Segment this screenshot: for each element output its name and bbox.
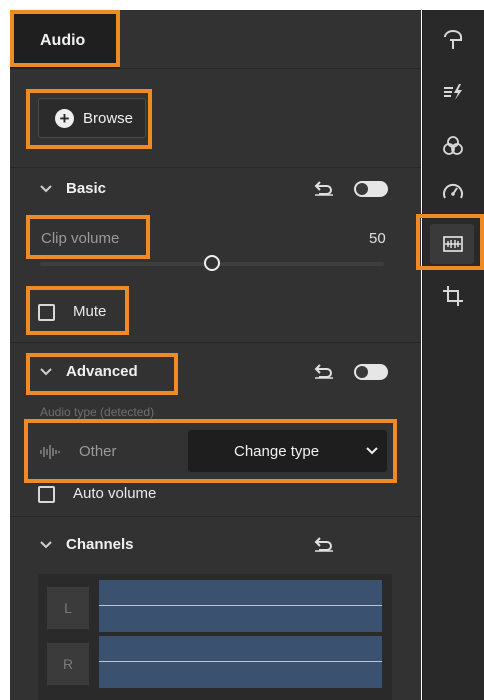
- mute-label[interactable]: Mute: [73, 303, 106, 320]
- channel-label-left: L: [47, 587, 89, 629]
- clip-volume-label: Clip volume: [41, 230, 120, 247]
- clip-volume-value[interactable]: 50: [369, 230, 386, 247]
- mute-checkbox[interactable]: [38, 304, 55, 321]
- browse-label: Browse: [83, 110, 134, 127]
- divider: [10, 68, 421, 69]
- chevron-down-icon[interactable]: [40, 541, 52, 549]
- reset-icon[interactable]: [314, 180, 334, 196]
- chevron-down-icon[interactable]: [40, 185, 52, 193]
- toggle-knob: [356, 366, 368, 378]
- channel-waveforms: L R: [38, 574, 392, 700]
- section-title-advanced[interactable]: Advanced: [66, 363, 138, 380]
- advanced-enable-toggle[interactable]: [354, 364, 388, 380]
- divider: [10, 167, 421, 168]
- chevron-down-icon: [366, 447, 378, 455]
- waveform-icon: [40, 445, 60, 459]
- audio-type-label: Audio type (detected): [40, 405, 155, 419]
- crop-icon[interactable]: [441, 284, 465, 308]
- basic-enable-toggle[interactable]: [354, 181, 388, 197]
- transitions-icon[interactable]: [441, 80, 465, 104]
- change-type-label: Change type: [234, 443, 320, 460]
- panel-title: Audio: [40, 32, 86, 49]
- auto-volume-label[interactable]: Auto volume: [73, 485, 156, 502]
- right-toolbar: [422, 10, 484, 700]
- plus-circle-icon: +: [55, 109, 74, 128]
- waveform-line: [99, 605, 382, 606]
- waveform-line: [99, 661, 382, 662]
- reset-icon[interactable]: [314, 536, 334, 552]
- toggle-knob: [356, 183, 368, 195]
- channel-label-right: R: [47, 643, 89, 685]
- clip-volume-slider-thumb[interactable]: [204, 255, 220, 271]
- color-icon[interactable]: [441, 134, 465, 158]
- section-title-basic[interactable]: Basic: [66, 180, 106, 197]
- auto-volume-checkbox[interactable]: [38, 486, 55, 503]
- browse-button[interactable]: + Browse: [38, 98, 146, 138]
- divider: [10, 342, 421, 343]
- titles-icon[interactable]: [441, 28, 465, 52]
- audio-icon[interactable]: [441, 232, 465, 256]
- speed-icon[interactable]: [441, 180, 465, 204]
- divider: [10, 516, 421, 517]
- channel-waveform-right: [99, 636, 382, 688]
- section-title-channels[interactable]: Channels: [66, 536, 134, 553]
- change-type-dropdown[interactable]: Change type: [188, 430, 387, 472]
- reset-icon[interactable]: [314, 363, 334, 379]
- chevron-down-icon[interactable]: [40, 368, 52, 376]
- channel-waveform-left: [99, 580, 382, 632]
- audio-type-value: Other: [79, 443, 117, 460]
